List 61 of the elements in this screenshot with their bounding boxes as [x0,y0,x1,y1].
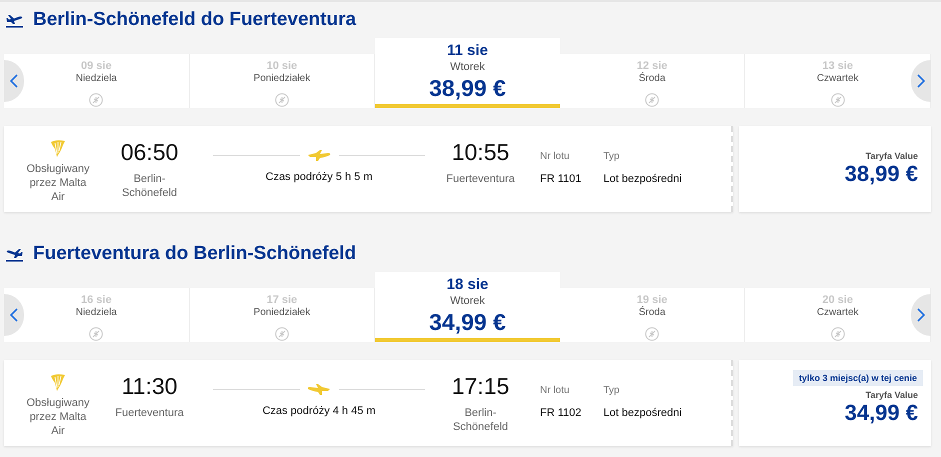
duration-label: Czas podróży 4 h 45 m [262,405,376,417]
flight-number: FR 1101 [540,173,582,185]
fare-panel[interactable]: tylko 3 miejsc(a) w tej cenie Taryfa Value 34,99 € [739,360,931,446]
weekday-label: Poniedziałek [254,307,310,318]
weekday-label: Niedziela [76,73,117,84]
fare-panel[interactable]: Taryfa Value 38,99 € [739,126,931,212]
section-title: Berlin-Schönefeld do Fuerteventura [33,9,356,31]
flight-type: Lot bezpośredni [603,173,682,185]
fare-label: Taryfa Value [866,390,918,400]
date-label: 11 sie [447,42,488,59]
date-label: 18 sie [446,276,488,293]
date-tab[interactable]: 18 sie Wtorek 34,99 € [375,272,560,342]
no-flight-icon [830,327,845,341]
arrival-time: 10:55 [452,138,510,166]
plane-icon [308,150,330,161]
weekday-label: Czwartek [816,73,859,84]
airport-label: Berlin-Schönefeld [452,406,510,434]
chevron-left-icon [10,74,18,88]
section-title: Fuerteventura do Berlin-Schönefeld [33,243,356,265]
departure-time: 11:30 [122,372,178,400]
no-flight-icon [89,327,104,341]
weekday-label: Środa [638,73,666,84]
operator-label: Obsługiwany przez Malta Air [26,162,90,204]
chevron-right-icon [917,74,925,88]
no-flight-icon [89,93,104,107]
weekday-label: Poniedziałek [254,73,310,84]
flight-type: Lot bezpośredni [603,407,682,419]
no-flight-icon [274,327,289,341]
fare-price: 38,99 € [844,161,918,187]
price-label: 34,99 € [429,309,506,336]
arrival-time: 17:15 [452,372,510,400]
no-flight-icon [830,93,845,107]
weekday-label: Niedziela [76,307,117,318]
no-flight-icon [645,327,660,341]
price-label: 38,99 € [429,75,506,102]
duration-label: Czas podróży 5 h 5 m [266,171,372,183]
airport-label: Fuerteventura [445,172,516,186]
airport-label: Berlin-Schönefeld [120,172,178,200]
plane-icon [6,12,23,28]
chevron-left-icon [10,308,18,322]
plane-icon [308,384,330,395]
airport-label: Fuerteventura [114,406,185,420]
field-label: Nr lotu [540,151,570,162]
weekday-label: Wtorek [450,61,485,73]
departure-time: 06:50 [120,138,178,166]
fare-label: Taryfa Value [866,151,918,161]
no-flight-icon [645,93,660,107]
flight-number: FR 1102 [540,407,582,419]
field-label: Nr lotu [540,385,570,396]
weekday-label: Środa [638,307,666,318]
field-label: Typ [603,151,620,162]
weekday-label: Wtorek [450,295,485,307]
weekday-label: Czwartek [816,307,859,318]
chevron-right-icon [917,308,925,322]
no-flight-icon [274,93,289,107]
fare-price: 34,99 € [844,400,918,426]
field-label: Typ [603,385,620,396]
plane-icon [6,246,23,262]
operator-label: Obsługiwany przez Malta Air [26,396,90,438]
seats-badge: tylko 3 miejsc(a) w tej cenie [792,370,923,386]
date-tab[interactable]: 11 sie Wtorek 38,99 € [375,38,560,108]
